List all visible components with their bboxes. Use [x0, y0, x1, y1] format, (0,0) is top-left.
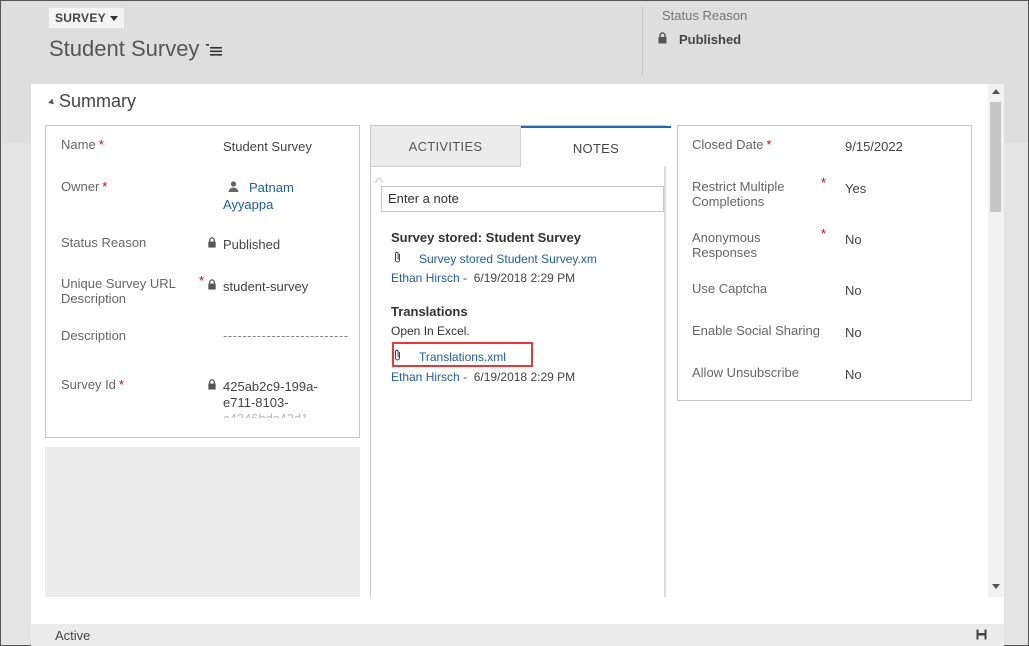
caret-down-icon: [109, 16, 118, 22]
survey-id-line1: 425ab2c9-199a-: [223, 379, 318, 394]
settings-fields-panel: Closed Date * 9/15/2022 Restrict Multiple…: [677, 125, 972, 401]
owner-link-line1[interactable]: Patnam: [249, 179, 294, 196]
survey-id-label: Survey Id *: [61, 377, 124, 392]
tab-notes[interactable]: NOTES: [521, 126, 671, 166]
lock-icon: [208, 279, 216, 290]
form-selector-icon[interactable]: [206, 43, 222, 57]
tab-pointer-icon: [375, 177, 383, 183]
status-reason-label: Status Reason: [61, 235, 147, 250]
closed-date-label: Closed Date *: [692, 137, 772, 152]
anonymous-label-line1: Anonymous: [692, 230, 761, 245]
unique-url-label: Unique Survey URL Description: [61, 276, 176, 306]
description-field[interactable]: --------------------------: [223, 327, 349, 344]
enable-social-sharing-field[interactable]: No: [845, 324, 862, 341]
restrict-completions-field[interactable]: Yes: [845, 180, 866, 197]
name-field[interactable]: Student Survey: [223, 138, 312, 155]
allow-unsubscribe-field[interactable]: No: [845, 366, 862, 383]
footer-spacer: [31, 597, 1004, 624]
lock-icon: [208, 237, 216, 248]
user-icon: [228, 181, 239, 192]
entity-label: SURVEY: [55, 11, 106, 25]
note-separator: -: [459, 271, 468, 285]
tab-activities[interactable]: ACTIVITIES: [371, 126, 521, 166]
header-status-reason-label: Status Reason: [662, 8, 748, 23]
tab-divider: [371, 166, 521, 167]
restrict-label-line2: Completions: [692, 194, 765, 209]
empty-subgrid-area: [45, 447, 360, 597]
note-title: Survey stored: Student Survey: [391, 230, 581, 245]
required-asterisk: *: [98, 137, 104, 152]
description-label: Description: [61, 328, 127, 343]
highlight-box: [392, 342, 533, 367]
allow-unsubscribe-label: Allow Unsubscribe: [692, 365, 799, 380]
note-author-link[interactable]: Ethan Hirsch: [391, 271, 460, 285]
form-scrollbar[interactable]: [988, 84, 1004, 597]
required-asterisk: *: [821, 226, 827, 241]
note-separator: -: [459, 370, 468, 384]
scroll-thumb[interactable]: [990, 102, 1001, 212]
app-window: SURVEY Student Survey Status Reason Publ…: [0, 0, 1029, 646]
required-asterisk: *: [102, 179, 108, 194]
header-status-reason-value: Published: [679, 32, 742, 47]
lock-icon: [658, 32, 667, 44]
note-author-link[interactable]: Ethan Hirsch: [391, 370, 460, 384]
name-label: Name *: [61, 137, 104, 152]
survey-id-line3: c4346bdc42d1: [223, 410, 308, 418]
lock-icon: [208, 379, 216, 390]
use-captcha-label: Use Captcha: [692, 281, 768, 296]
owner-link-line2[interactable]: Ayyappa: [223, 196, 273, 213]
required-asterisk: *: [118, 377, 124, 392]
required-asterisk: *: [821, 175, 827, 190]
survey-id-line2: e711-8103-: [223, 395, 289, 410]
save-icon[interactable]: [976, 629, 987, 640]
record-status: Active: [55, 628, 91, 643]
status-reason-field: Published: [223, 237, 281, 252]
note-meta: Ethan Hirsch - 6/19/2018 2:29 PM: [391, 271, 575, 285]
note-input[interactable]: Enter a note: [381, 186, 664, 212]
note-timestamp: 6/19/2018 2:29 PM: [473, 271, 576, 285]
note-timestamp: 6/19/2018 2:29 PM: [473, 370, 576, 384]
anonymous-label-line2: Responses: [692, 245, 758, 260]
required-asterisk: *: [199, 273, 205, 288]
header-divider: [642, 7, 643, 75]
name-label-text: Name: [61, 137, 96, 152]
closed-date-label-text: Closed Date: [692, 137, 764, 152]
summary-section-header[interactable]: Summary: [48, 91, 137, 112]
scroll-up-arrow-icon[interactable]: [992, 89, 1000, 94]
general-fields-panel: Name * Student Survey Owner * Patnam Ayyap…: [45, 125, 360, 438]
restrict-label-line1: Restrict Multiple: [692, 179, 785, 194]
owner-label: Owner *: [61, 179, 107, 194]
closed-date-field[interactable]: 9/15/2022: [845, 138, 903, 155]
note-attachment-link[interactable]: Survey stored Student Survey.xm: [419, 252, 597, 266]
owner-label-text: Owner: [61, 179, 100, 194]
status-footer: Active: [31, 624, 1004, 646]
unique-url-label-line2: Description: [61, 291, 127, 306]
unique-url-field: student-survey: [223, 279, 309, 294]
notes-scrollbar[interactable]: [664, 166, 666, 597]
unique-url-label-line1: Unique Survey URL: [61, 276, 176, 291]
anonymous-responses-label: Anonymous Responses: [692, 230, 761, 260]
note-text: Open In Excel.: [391, 324, 470, 338]
required-asterisk: *: [766, 137, 772, 152]
tab-bar: ACTIVITIES NOTES: [371, 126, 671, 167]
note-meta: Ethan Hirsch - 6/19/2018 2:29 PM: [391, 370, 575, 384]
restrict-completions-label: Restrict Multiple Completions: [692, 179, 784, 209]
use-captcha-field[interactable]: No: [845, 282, 862, 299]
record-title: Student Survey: [49, 36, 200, 61]
paperclip-icon: [395, 251, 400, 263]
note-title: Translations: [391, 304, 468, 319]
survey-id-label-text: Survey Id: [61, 377, 116, 392]
form-body: Summary Name * Student Survey Owner * Patn…: [31, 84, 1004, 597]
scroll-down-arrow-icon[interactable]: [992, 584, 1000, 589]
social-pane: ACTIVITIES NOTES Enter a note Survey sto…: [370, 125, 671, 597]
enable-social-sharing-label: Enable Social Sharing: [692, 323, 820, 338]
collapse-triangle-icon: [48, 98, 56, 107]
summary-title: Summary: [59, 91, 137, 111]
anonymous-responses-field[interactable]: No: [845, 231, 862, 248]
entity-switcher-button[interactable]: SURVEY: [48, 7, 125, 29]
